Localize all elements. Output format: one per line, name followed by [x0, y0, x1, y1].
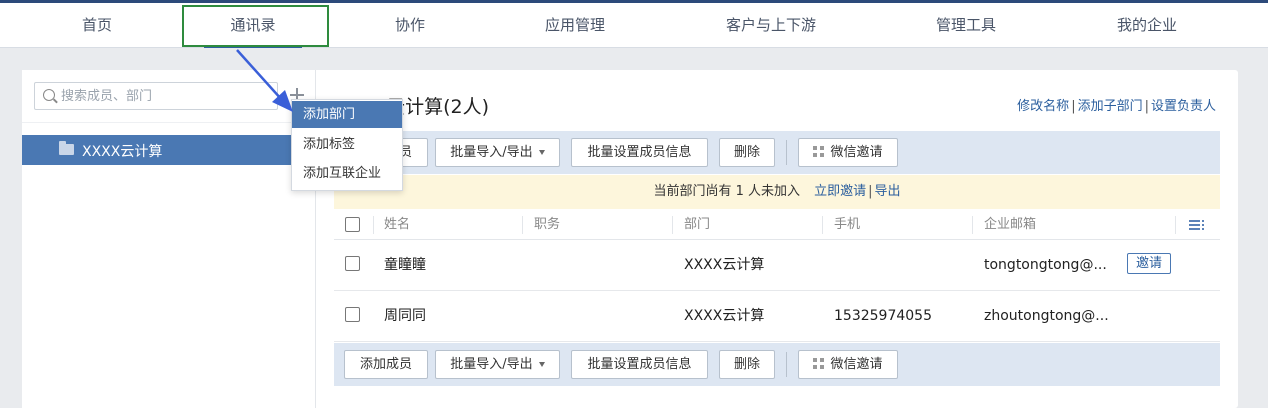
- row-checkbox[interactable]: [345, 307, 360, 322]
- column-header-phone: 手机: [834, 217, 861, 232]
- nav-item-home[interactable]: 首页: [47, 3, 147, 48]
- sidebar-divider: [22, 122, 316, 123]
- invite-now-link[interactable]: 立即邀请: [814, 184, 866, 199]
- wechat-invite-button[interactable]: 微信邀请: [798, 350, 898, 379]
- cell-email: zhoutongtong@...: [984, 308, 1109, 324]
- menu-item-add-linked-enterprise[interactable]: 添加互联企业: [292, 160, 402, 187]
- toolbar-divider: [786, 352, 787, 377]
- add-menu-dropdown: 添加部门 添加标签 添加互联企业: [291, 99, 403, 191]
- toolbar-top: 添加成员 批量导入/导出 批量设置成员信息 删除 微信邀请: [334, 131, 1220, 174]
- column-divider: [1175, 216, 1176, 234]
- menu-item-add-department[interactable]: 添加部门: [292, 101, 402, 128]
- menu-item-add-tag[interactable]: 添加标签: [292, 131, 402, 158]
- nav-item-my-enterprise[interactable]: 我的企业: [1097, 3, 1197, 48]
- column-divider: [522, 216, 523, 234]
- sidebar: XXXX云计算: [22, 70, 316, 408]
- column-header-name: 姓名: [384, 217, 411, 232]
- cell-name: 周同同: [384, 308, 426, 324]
- wechat-invite-label: 微信邀请: [830, 357, 883, 372]
- search-icon: [43, 89, 55, 101]
- cell-department: XXXX云计算: [684, 257, 765, 273]
- table-row[interactable]: 童瞳瞳 XXXX云计算 tongtongtong@... 邀请: [334, 240, 1220, 291]
- annotation-highlight-box: [182, 5, 329, 47]
- import-export-label: 批量导入/导出: [450, 357, 533, 372]
- link-separator: |: [1144, 99, 1149, 114]
- column-header-email: 企业邮箱: [984, 217, 1037, 232]
- delete-button[interactable]: 删除: [719, 350, 775, 379]
- invite-button[interactable]: 邀请: [1127, 253, 1171, 274]
- nav-item-collaboration[interactable]: 协作: [360, 3, 460, 48]
- annotation-arrow-icon: [236, 49, 293, 112]
- qr-grid-icon: [813, 146, 825, 157]
- select-all-checkbox[interactable]: [345, 217, 360, 232]
- nav-item-management-tools[interactable]: 管理工具: [916, 3, 1016, 48]
- notice-bar: 当前部门尚有 1 人未加入 立即邀请 | 导出: [334, 175, 1220, 209]
- toolbar-divider: [786, 140, 787, 165]
- column-header-title: 职务: [534, 217, 561, 232]
- delete-button[interactable]: 删除: [719, 138, 775, 167]
- cell-name: 童瞳瞳: [384, 257, 426, 273]
- tree-item-department[interactable]: XXXX云计算: [22, 135, 316, 165]
- add-subdepartment-link[interactable]: 添加子部门: [1078, 99, 1143, 114]
- wechat-invite-label: 微信邀请: [830, 145, 883, 160]
- toolbar-bottom: 添加成员 批量导入/导出 批量设置成员信息 删除 微信邀请: [334, 343, 1220, 386]
- cell-department: XXXX云计算: [684, 308, 765, 324]
- column-header-department: 部门: [684, 217, 711, 232]
- notice-text: 当前部门尚有 1 人未加入: [653, 184, 800, 199]
- top-navigation: 首页 通讯录 协作 应用管理 客户与上下游 管理工具 我的企业: [0, 3, 1268, 48]
- row-checkbox[interactable]: [345, 256, 360, 271]
- cell-email: tongtongtong@...: [984, 257, 1107, 273]
- import-export-dropdown[interactable]: 批量导入/导出: [435, 350, 560, 379]
- department-actions: 修改名称 | 添加子部门 | 设置负责人: [1017, 95, 1216, 114]
- cell-phone: 15325974055: [834, 308, 932, 324]
- export-link[interactable]: 导出: [875, 184, 901, 199]
- rename-link[interactable]: 修改名称: [1017, 99, 1069, 114]
- column-settings-icon[interactable]: [1189, 220, 1205, 231]
- qr-grid-icon: [813, 358, 825, 369]
- column-divider: [972, 216, 973, 234]
- tree-item-label: XXXX云计算: [82, 144, 163, 160]
- nav-item-customers[interactable]: 客户与上下游: [706, 3, 836, 48]
- batch-set-button[interactable]: 批量设置成员信息: [571, 350, 708, 379]
- chevron-down-icon: [538, 150, 545, 155]
- import-export-dropdown[interactable]: 批量导入/导出: [435, 138, 560, 167]
- nav-item-app-management[interactable]: 应用管理: [525, 3, 625, 48]
- link-separator: |: [1071, 99, 1076, 114]
- wechat-invite-button[interactable]: 微信邀请: [798, 138, 898, 167]
- set-manager-link[interactable]: 设置负责人: [1151, 99, 1216, 114]
- table-row[interactable]: 周同同 XXXX云计算 15325974055 zhoutongtong@...: [334, 291, 1220, 342]
- column-divider: [672, 216, 673, 234]
- column-divider: [822, 216, 823, 234]
- batch-set-button[interactable]: 批量设置成员信息: [571, 138, 708, 167]
- add-member-button[interactable]: 添加成员: [344, 350, 428, 379]
- import-export-label: 批量导入/导出: [450, 145, 533, 160]
- folder-icon: [59, 141, 74, 155]
- link-separator: |: [868, 184, 873, 199]
- table-header: 姓名 职务 部门 手机 企业邮箱: [334, 210, 1220, 240]
- column-divider: [373, 216, 374, 234]
- chevron-down-icon: [538, 362, 545, 367]
